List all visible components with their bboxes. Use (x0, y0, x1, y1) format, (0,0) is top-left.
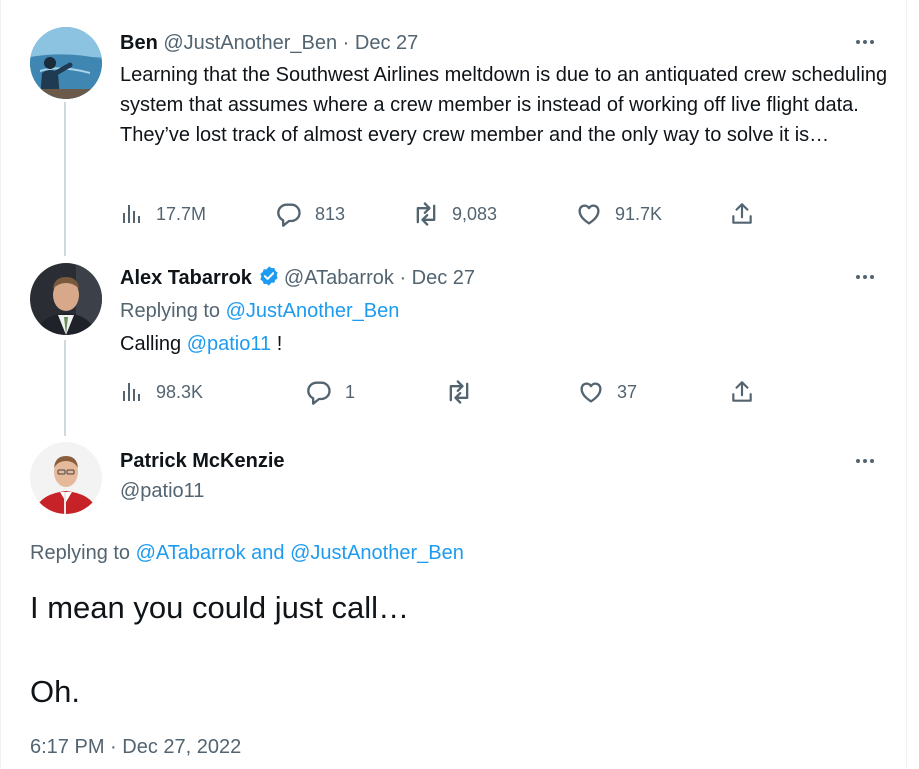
thread-line (64, 102, 66, 256)
like-button[interactable]: 37 (577, 377, 637, 407)
share-icon (732, 203, 752, 224)
retweet-button[interactable] (445, 377, 473, 407)
tweet-text-prefix: Calling (120, 333, 187, 355)
reply-count: 813 (315, 203, 346, 224)
avatar-ben[interactable] (30, 27, 102, 99)
views-button[interactable]: 17.7M (120, 199, 206, 229)
views-button[interactable]: 98.3K (120, 377, 203, 407)
tweet-text-line: Oh. (30, 674, 80, 709)
views-count: 98.3K (156, 381, 204, 402)
tweet-header: Patrick McKenzie (120, 448, 285, 474)
tweet-text-suffix: ! (271, 333, 283, 355)
author-handle[interactable]: @patio11 (120, 480, 204, 502)
replying-to: Replying to @JustAnother_Ben (120, 296, 890, 326)
like-count: 91.7K (615, 203, 663, 224)
tweet-thread: Ben @JustAnother_Ben · Dec 27 Learning t… (0, 0, 907, 769)
more-icon[interactable] (849, 267, 881, 287)
replying-prefix: Replying to (30, 542, 136, 564)
like-icon (580, 382, 602, 403)
replying-prefix: Replying to (120, 300, 226, 322)
retweet-button[interactable]: 9,083 (412, 199, 497, 229)
reply-icon (277, 203, 301, 227)
thread-line (64, 340, 66, 436)
views-count: 17.7M (156, 203, 207, 224)
reply-count: 1 (345, 381, 356, 402)
author-handle[interactable]: @JustAnother_Ben (163, 32, 337, 54)
tweet-date[interactable]: Dec 27 (355, 32, 418, 54)
share-button[interactable] (729, 199, 755, 229)
replying-to: Replying to @ATabarrok and @JustAnother_… (30, 538, 890, 568)
mention-link[interactable]: @ATabarrok (136, 542, 246, 564)
retweet-icon (449, 380, 469, 404)
share-button[interactable] (729, 377, 755, 407)
separator: · (337, 32, 355, 54)
avatar-alex-tabarrok[interactable] (30, 263, 102, 335)
more-icon[interactable] (849, 451, 881, 471)
views-icon (123, 383, 140, 401)
retweet-count: 9,083 (452, 203, 498, 224)
reply-button[interactable]: 1 (305, 377, 355, 407)
tweet-text-line: I mean you could just call… (30, 590, 410, 625)
tweet-text: Calling @patio11 ! (120, 329, 890, 359)
author-name[interactable]: Patrick McKenzie (120, 450, 285, 472)
mention-link[interactable]: @JustAnother_Ben (290, 542, 464, 564)
author-handle[interactable]: @ATabarrok (284, 267, 394, 289)
tweet-handle-row: @patio11 (120, 478, 204, 504)
reply-icon (307, 381, 331, 405)
separator: · (393, 267, 412, 289)
like-count: 37 (617, 381, 638, 402)
tweet-date[interactable]: Dec 27 (412, 267, 475, 289)
verified-badge-icon (260, 266, 278, 286)
like-icon (578, 204, 600, 225)
tweet-header: Alex Tabarrok @ATabarrok · Dec 27 (120, 265, 475, 291)
more-icon[interactable] (849, 32, 881, 52)
mention-link[interactable]: @patio11 (187, 333, 271, 355)
replying-and[interactable]: and (246, 542, 290, 564)
avatar-patrick-mckenzie[interactable] (30, 442, 102, 514)
author-name[interactable]: Alex Tabarrok (120, 267, 252, 289)
retweet-icon (416, 202, 436, 226)
share-icon (732, 381, 752, 402)
tweet-header: Ben @JustAnother_Ben · Dec 27 (120, 30, 418, 56)
tweet-text: Learning that the Southwest Airlines mel… (120, 64, 888, 146)
mention-link[interactable]: @JustAnother_Ben (226, 300, 400, 322)
views-icon (123, 205, 140, 223)
reply-button[interactable]: 813 (275, 199, 345, 229)
like-button[interactable]: 91.7K (575, 199, 662, 229)
tweet-timestamp[interactable]: 6:17 PM · Dec 27, 2022 (30, 736, 241, 759)
author-name[interactable]: Ben (120, 32, 158, 54)
